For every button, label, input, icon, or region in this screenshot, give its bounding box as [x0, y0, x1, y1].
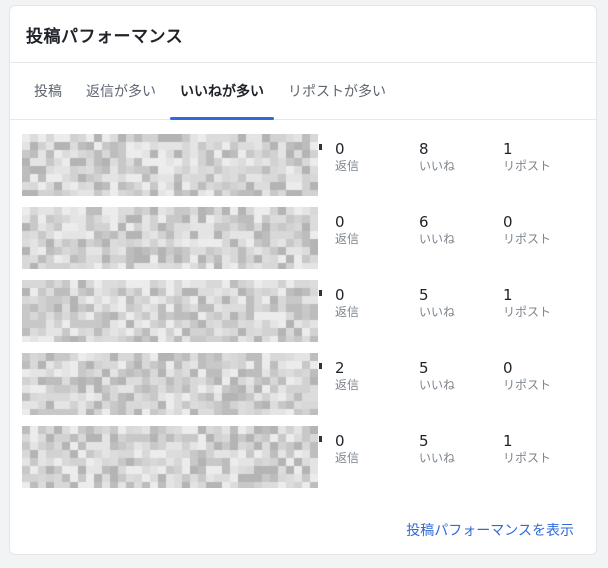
- view-post-performance-link[interactable]: 投稿パフォーマンスを表示: [406, 520, 574, 540]
- reposts-count: 1: [503, 286, 513, 304]
- pixelated-image: [22, 207, 318, 269]
- post-preview-pixelated: [22, 426, 322, 488]
- replies-count: 0: [335, 432, 345, 450]
- likes-label: いいね: [419, 451, 456, 465]
- post-stats: 2 返信 5 いいね 0 リポスト: [318, 353, 587, 415]
- post-performance-card: 投稿パフォーマンス 投稿 返信が多い いいねが多い リポストが多い 0 返信 8…: [9, 5, 597, 555]
- pixelated-image: [22, 280, 318, 342]
- stat-reposts: 0 リポスト: [503, 359, 587, 415]
- post-preview-pixelated: [22, 280, 322, 342]
- stat-likes: 5 いいね: [419, 359, 503, 415]
- likes-label: いいね: [419, 378, 456, 392]
- post-stats: 0 返信 5 いいね 1 リポスト: [318, 426, 587, 488]
- likes-count: 5: [419, 432, 429, 450]
- reposts-count: 1: [503, 432, 513, 450]
- text-fragment: [319, 290, 322, 296]
- tab-most-replies[interactable]: 返信が多い: [76, 63, 166, 119]
- stat-reposts: 1 リポスト: [503, 432, 587, 488]
- replies-count: 0: [335, 286, 345, 304]
- reposts-count: 1: [503, 140, 513, 158]
- stat-replies: 0 返信: [335, 213, 419, 269]
- likes-count: 6: [419, 213, 429, 231]
- post-stats: 0 返信 5 いいね 1 リポスト: [318, 280, 587, 342]
- replies-label: 返信: [335, 305, 360, 319]
- post-stats: 0 返信 8 いいね 1 リポスト: [318, 134, 587, 196]
- tab-label: 返信が多い: [86, 84, 156, 100]
- text-fragment: [319, 436, 322, 442]
- pixelated-image: [22, 426, 318, 488]
- post-preview-pixelated: [22, 353, 322, 415]
- stat-replies: 0 返信: [335, 432, 419, 488]
- post-row[interactable]: 0 返信 5 いいね 1 リポスト: [22, 426, 596, 488]
- replies-label: 返信: [335, 232, 360, 246]
- stat-replies: 2 返信: [335, 359, 419, 415]
- stat-reposts: 0 リポスト: [503, 213, 587, 269]
- reposts-label: リポスト: [503, 159, 552, 173]
- card-header: 投稿パフォーマンス: [10, 6, 596, 63]
- likes-label: いいね: [419, 232, 456, 246]
- likes-label: いいね: [419, 305, 456, 319]
- stat-replies: 0 返信: [335, 140, 419, 196]
- tab-bar: 投稿 返信が多い いいねが多い リポストが多い: [10, 63, 596, 120]
- post-preview-pixelated: [22, 134, 322, 196]
- stat-likes: 6 いいね: [419, 213, 503, 269]
- likes-count: 5: [419, 286, 429, 304]
- stat-likes: 8 いいね: [419, 140, 503, 196]
- replies-label: 返信: [335, 451, 360, 465]
- replies-count: 2: [335, 359, 345, 377]
- tab-posts[interactable]: 投稿: [24, 63, 72, 119]
- likes-count: 8: [419, 140, 429, 158]
- replies-count: 0: [335, 140, 345, 158]
- stat-likes: 5 いいね: [419, 286, 503, 342]
- post-row[interactable]: 0 返信 6 いいね 0 リポスト: [22, 207, 596, 269]
- stat-likes: 5 いいね: [419, 432, 503, 488]
- likes-count: 5: [419, 359, 429, 377]
- post-list: 0 返信 8 いいね 1 リポスト 0 返信 6 いいね 0 リポスト 0 返信…: [10, 120, 596, 488]
- post-row[interactable]: 0 返信 8 いいね 1 リポスト: [22, 134, 596, 196]
- reposts-label: リポスト: [503, 232, 552, 246]
- post-preview-pixelated: [22, 207, 318, 269]
- tab-label: いいねが多い: [180, 84, 264, 100]
- tab-most-reposts[interactable]: リポストが多い: [278, 63, 396, 119]
- replies-label: 返信: [335, 159, 360, 173]
- post-row[interactable]: 0 返信 5 いいね 1 リポスト: [22, 280, 596, 342]
- replies-count: 0: [335, 213, 345, 231]
- reposts-label: リポスト: [503, 305, 552, 319]
- post-stats: 0 返信 6 いいね 0 リポスト: [318, 207, 587, 269]
- post-row[interactable]: 2 返信 5 いいね 0 リポスト: [22, 353, 596, 415]
- text-fragment: [319, 363, 322, 369]
- reposts-count: 0: [503, 213, 513, 231]
- replies-label: 返信: [335, 378, 360, 392]
- reposts-label: リポスト: [503, 378, 552, 392]
- stat-reposts: 1 リポスト: [503, 140, 587, 196]
- stat-replies: 0 返信: [335, 286, 419, 342]
- likes-label: いいね: [419, 159, 456, 173]
- tab-most-likes[interactable]: いいねが多い: [170, 63, 274, 120]
- stat-reposts: 1 リポスト: [503, 286, 587, 342]
- text-fragment: [319, 144, 322, 150]
- reposts-count: 0: [503, 359, 513, 377]
- tab-label: リポストが多い: [288, 84, 386, 100]
- card-title: 投稿パフォーマンス: [26, 26, 184, 47]
- reposts-label: リポスト: [503, 451, 552, 465]
- pixelated-image: [22, 353, 318, 415]
- pixelated-image: [22, 134, 318, 196]
- tab-label: 投稿: [34, 84, 62, 100]
